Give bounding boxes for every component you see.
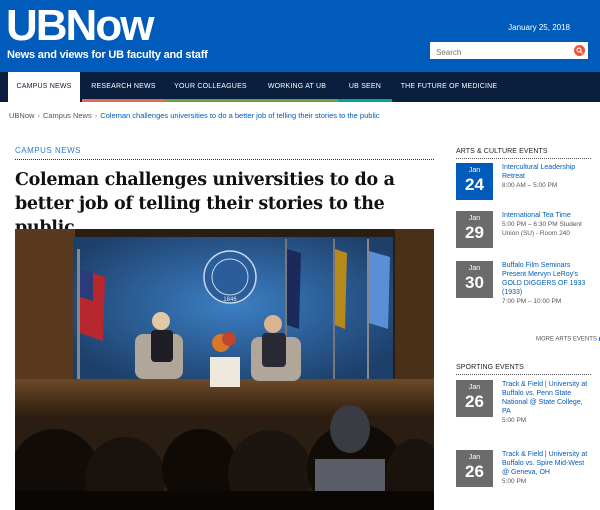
nav-label: THE FUTURE OF MEDICINE — [400, 83, 498, 90]
event-title-block: Intercultural Leadership Retreat 8:00 AM… — [502, 163, 592, 190]
breadcrumb-home[interactable]: UBNow — [9, 111, 34, 120]
article-photo: 1846 — [15, 229, 434, 510]
event-time: 5:00 PM – 6:30 PM Student Union (SU) - R… — [502, 221, 582, 237]
event-day: 30 — [465, 273, 484, 292]
event-day: 29 — [465, 223, 484, 242]
breadcrumb-section[interactable]: Campus News — [43, 111, 92, 120]
search-icon[interactable] — [574, 45, 585, 56]
sidebar-divider — [456, 374, 591, 375]
nav-label: UB SEEN — [348, 83, 382, 90]
event-title[interactable]: Buffalo Film Seminars Present Mervyn LeR… — [502, 261, 592, 297]
event-time: 5:00 PM — [502, 478, 527, 485]
calendar-badge: Jan 26 — [456, 450, 493, 487]
event-time: 7:00 PM – 10:00 PM — [502, 298, 562, 305]
calendar-badge: Jan 30 — [456, 261, 493, 298]
nav-future-of-medicine[interactable]: THE FUTURE OF MEDICINE — [392, 72, 506, 102]
nav-campus-news[interactable]: CAMPUS NEWS — [8, 72, 80, 104]
calendar-badge: Jan 29 — [456, 211, 493, 248]
event-title-block: International Tea Time 5:00 PM – 6:30 PM… — [502, 211, 592, 238]
event-title-block: Track & Field | University at Buffalo vs… — [502, 450, 592, 486]
event-month: Jan — [468, 454, 481, 461]
event-month: Jan — [468, 384, 481, 391]
nav-label: RESEARCH NEWS — [91, 83, 156, 90]
calendar-badge: Jan 24 — [456, 163, 493, 200]
current-date: January 25, 2018 — [508, 23, 570, 32]
event-title-block: Track & Field | University at Buffalo vs… — [502, 380, 592, 425]
event-month: Jan — [468, 215, 481, 222]
more-arts-events-label: MORE ARTS EVENTS — [536, 336, 597, 343]
section-divider — [15, 159, 434, 160]
sidebar-divider — [456, 158, 591, 159]
search-input[interactable] — [430, 44, 560, 61]
nav-label: WORKING AT UB — [267, 83, 327, 90]
main-nav: CAMPUS NEWS RESEARCH NEWS YOUR COLLEAGUE… — [0, 72, 600, 104]
nav-label: CAMPUS NEWS — [16, 83, 72, 90]
calendar-badge: Jan 26 — [456, 380, 493, 417]
chevron-right-icon: › — [94, 111, 98, 120]
nav-working-at-ub[interactable]: WORKING AT UB — [256, 72, 338, 102]
breadcrumb: UBNow › Campus News › Coleman challenges uni… — [9, 111, 380, 120]
arts-events-title: ARTS & CULTURE EVENTS — [456, 148, 548, 155]
svg-text:1846: 1846 — [223, 297, 237, 303]
sporting-events-title: SPORTING EVENTS — [456, 364, 524, 371]
article-section-label[interactable]: CAMPUS NEWS — [15, 146, 81, 155]
event-title[interactable]: Track & Field | University at Buffalo vs… — [502, 380, 592, 416]
nav-label: YOUR COLLEAGUES — [174, 83, 247, 90]
event-month: Jan — [468, 265, 481, 272]
event-title[interactable]: International Tea Time — [502, 211, 592, 220]
event-day: 26 — [465, 392, 484, 411]
site-header: UBNow News and views for UB faculty and … — [0, 0, 600, 72]
site-tagline: News and views for UB faculty and staff — [7, 49, 208, 61]
nav-ub-seen[interactable]: UB SEEN — [338, 72, 392, 102]
event-title[interactable]: Track & Field | University at Buffalo vs… — [502, 450, 592, 477]
event-day: 26 — [465, 462, 484, 481]
event-day: 24 — [465, 175, 484, 194]
search-box — [430, 42, 588, 61]
nav-research-news[interactable]: RESEARCH NEWS — [82, 72, 165, 102]
event-time: 8:00 AM – 5:00 PM — [502, 182, 558, 189]
event-title[interactable]: Intercultural Leadership Retreat — [502, 163, 592, 181]
site-logo[interactable]: UBNow — [6, 2, 154, 50]
event-time: 5:00 PM — [502, 417, 527, 424]
event-month: Jan — [468, 167, 481, 174]
chevron-right-icon: › — [37, 111, 40, 120]
breadcrumb-current[interactable]: Coleman challenges universities to do a … — [100, 111, 379, 120]
more-arts-events-link[interactable]: MORE ARTS EVENTS› — [536, 335, 600, 343]
event-title-block: Buffalo Film Seminars Present Mervyn LeR… — [502, 261, 592, 306]
nav-your-colleagues[interactable]: YOUR COLLEAGUES — [165, 72, 256, 102]
